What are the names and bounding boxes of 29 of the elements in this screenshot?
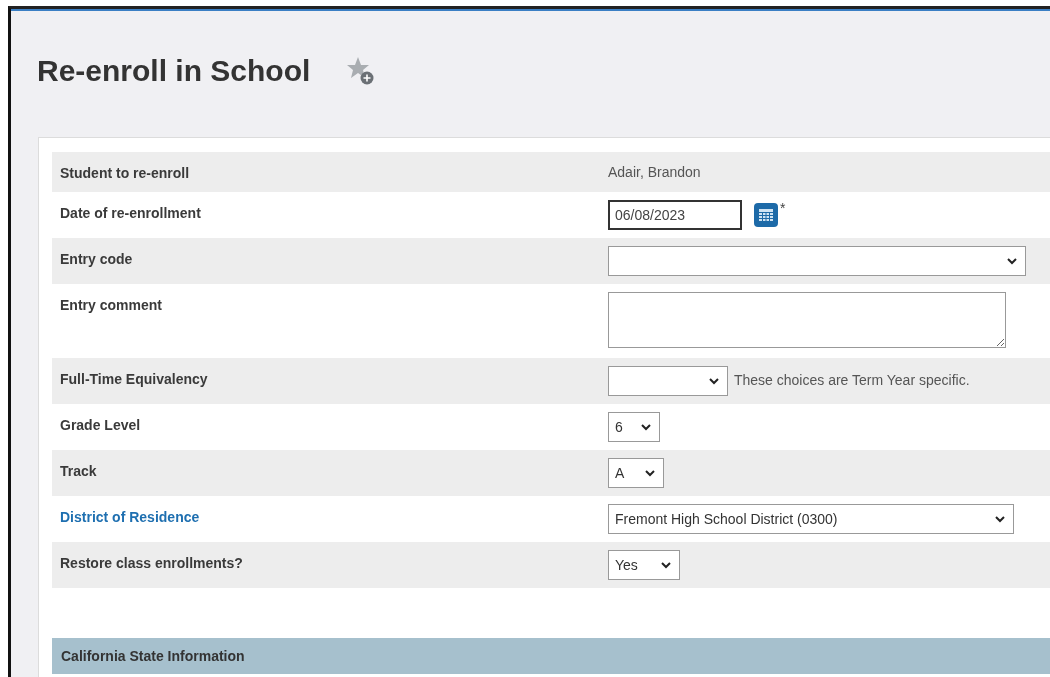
- chevron-down-icon: [1007, 257, 1017, 265]
- chevron-down-icon: [645, 469, 655, 477]
- dropdown[interactable]: [608, 246, 1026, 276]
- dropdown[interactable]: A: [608, 458, 664, 488]
- page-title: Re-enroll in School: [37, 54, 311, 88]
- dropdown[interactable]: 6: [608, 412, 660, 442]
- field-label-link[interactable]: District of Residence: [60, 509, 200, 525]
- dropdown[interactable]: Fremont High School District (0300): [608, 504, 1014, 534]
- chevron-down-icon: [995, 515, 1005, 523]
- calendar-icon[interactable]: [754, 203, 778, 227]
- field-label: Date of re-enrollment: [60, 205, 201, 221]
- dropdown[interactable]: [608, 366, 728, 396]
- comment-field[interactable]: [608, 292, 1006, 348]
- chevron-down-icon: [709, 377, 719, 385]
- dropdown[interactable]: Yes: [608, 550, 680, 580]
- field-value: Adair, Brandon: [608, 163, 701, 180]
- required-mark: *: [780, 200, 786, 216]
- field-label: Full-Time Equivalency: [60, 371, 208, 387]
- hint-text: These choices are Term Year specific.: [734, 371, 970, 388]
- chevron-down-icon: [661, 561, 671, 569]
- field-label: Restore class enrollments?: [60, 555, 243, 571]
- field-label: Entry code: [60, 251, 133, 267]
- field-label: Track: [60, 463, 97, 479]
- date-field[interactable]: 06/08/2023: [608, 200, 742, 230]
- field-label: Entry comment: [60, 297, 162, 313]
- section-title: California State Information: [61, 648, 245, 664]
- chevron-down-icon: [641, 423, 651, 431]
- field-label: Student to re-enroll: [60, 165, 190, 181]
- field-label: Grade Level: [60, 417, 141, 433]
